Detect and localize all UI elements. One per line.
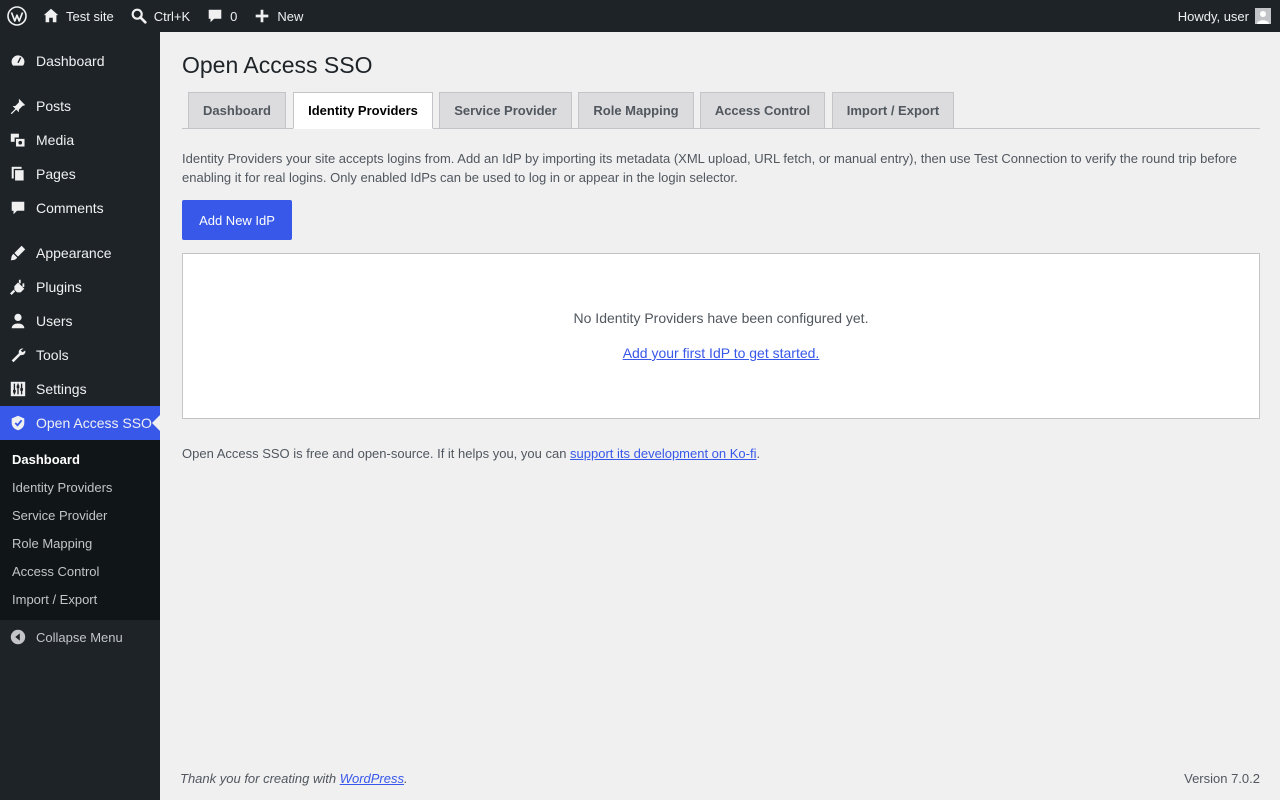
admin-bar: Test site Ctrl+K 0 New Howdy, user (0, 0, 1280, 32)
sidebar-item-label: Open Access SSO (36, 415, 152, 431)
tab-service-provider[interactable]: Service Provider (439, 92, 572, 129)
empty-state-link-row: Add your first IdP to get started. (183, 345, 1259, 361)
support-note-text: Open Access SSO is free and open-source.… (182, 446, 571, 461)
site-name-link[interactable]: Test site (34, 0, 122, 32)
collapse-menu-button[interactable]: Collapse Menu (0, 620, 160, 654)
collapse-arrow-icon (0, 628, 36, 646)
sidebar-item-label: Media (36, 132, 75, 148)
avatar (1255, 8, 1271, 24)
tab-bar: Dashboard Identity Providers Service Pro… (182, 92, 1260, 129)
brush-icon (0, 244, 36, 262)
collapse-menu-label: Collapse Menu (36, 629, 123, 645)
sliders-icon (0, 380, 36, 398)
dashboard-icon (0, 52, 36, 70)
sidebar-item-posts[interactable]: Posts (0, 89, 160, 123)
submenu-item-dashboard[interactable]: Dashboard (0, 445, 160, 473)
support-note-suffix: . (756, 446, 761, 461)
media-icon (0, 131, 36, 149)
sidebar-item-label: Posts (36, 98, 72, 114)
comments-link[interactable]: 0 (198, 0, 245, 32)
site-name: Test site (66, 8, 114, 24)
sidebar-item-open-access-sso[interactable]: Open Access SSO (0, 406, 160, 440)
howdy-text: Howdy, user (1177, 8, 1249, 24)
search-icon (130, 7, 148, 25)
empty-state-message: No Identity Providers have been configur… (573, 310, 869, 326)
sidebar-submenu: Dashboard Identity Providers Service Pro… (0, 440, 160, 620)
sidebar-item-label: Settings (36, 381, 87, 397)
footer-thanks-text: Thank you for creating with (180, 771, 340, 786)
page-description: Identity Providers your site accepts log… (182, 151, 1237, 185)
tab-identity-providers[interactable]: Identity Providers (293, 92, 433, 129)
footer-thanks-suffix: . (404, 771, 408, 786)
sidebar-item-label: Pages (36, 166, 76, 182)
submenu-item-import-export[interactable]: Import / Export (0, 585, 160, 613)
sidebar-item-dashboard[interactable]: Dashboard (0, 44, 160, 78)
account-menu[interactable]: Howdy, user (1170, 0, 1280, 32)
support-note: Open Access SSO is free and open-source.… (182, 446, 760, 461)
sidebar-item-users[interactable]: Users (0, 304, 160, 338)
plug-icon (0, 278, 36, 296)
sidebar-item-tools[interactable]: Tools (0, 338, 160, 372)
wrench-icon (0, 346, 36, 364)
sidebar-item-label: Plugins (36, 279, 82, 295)
new-label: New (277, 8, 304, 24)
sidebar-item-label: Appearance (36, 245, 112, 261)
wordpress-link[interactable]: WordPress (340, 771, 404, 786)
idp-empty-state: No Identity Providers have been configur… (182, 253, 1260, 419)
sidebar-item-pages[interactable]: Pages (0, 157, 160, 191)
sidebar-item-label: Comments (36, 200, 104, 216)
sidebar-item-label: Tools (36, 347, 69, 363)
sidebar-item-plugins[interactable]: Plugins (0, 270, 160, 304)
sidebar-item-settings[interactable]: Settings (0, 372, 160, 406)
comment-icon (0, 199, 36, 217)
comment-icon (206, 7, 224, 25)
submenu-item-identity-providers[interactable]: Identity Providers (0, 473, 160, 501)
kofi-link[interactable]: support its development on Ko-fi (570, 446, 756, 461)
command-palette-button[interactable]: Ctrl+K (122, 0, 198, 32)
submenu-item-role-mapping[interactable]: Role Mapping (0, 529, 160, 557)
search-shortcut: Ctrl+K (153, 8, 191, 24)
plus-icon (253, 7, 271, 25)
tab-access-control[interactable]: Access Control (700, 92, 825, 129)
home-icon (42, 7, 60, 25)
submenu-item-service-provider[interactable]: Service Provider (0, 501, 160, 529)
add-new-idp-button[interactable]: Add New IdP (182, 200, 292, 240)
sidebar-item-comments[interactable]: Comments (0, 191, 160, 225)
sidebar-item-label: Users (36, 313, 73, 329)
tab-role-mapping[interactable]: Role Mapping (578, 92, 694, 129)
sidebar-item-appearance[interactable]: Appearance (0, 236, 160, 270)
sidebar-item-label: Dashboard (36, 53, 105, 69)
new-content-button[interactable]: New (245, 0, 311, 32)
submenu-item-access-control[interactable]: Access Control (0, 557, 160, 585)
add-first-idp-link[interactable]: Add your first IdP to get started. (623, 345, 820, 361)
comments-count: 0 (230, 8, 238, 24)
user-icon (0, 312, 36, 330)
shield-icon (0, 414, 36, 432)
wordpress-logo-icon[interactable] (0, 0, 34, 32)
footer-version: Version 7.0.2 (1184, 771, 1260, 786)
footer-thanks: Thank you for creating with WordPress. (180, 771, 408, 786)
pin-icon (0, 97, 36, 115)
pages-icon (0, 165, 36, 183)
tab-dashboard[interactable]: Dashboard (188, 92, 286, 129)
tab-import-export[interactable]: Import / Export (832, 92, 954, 129)
page-title: Open Access SSO (182, 52, 373, 78)
admin-sidebar: Dashboard Posts Media Pages Comments App… (0, 32, 160, 800)
sidebar-item-media[interactable]: Media (0, 123, 160, 157)
